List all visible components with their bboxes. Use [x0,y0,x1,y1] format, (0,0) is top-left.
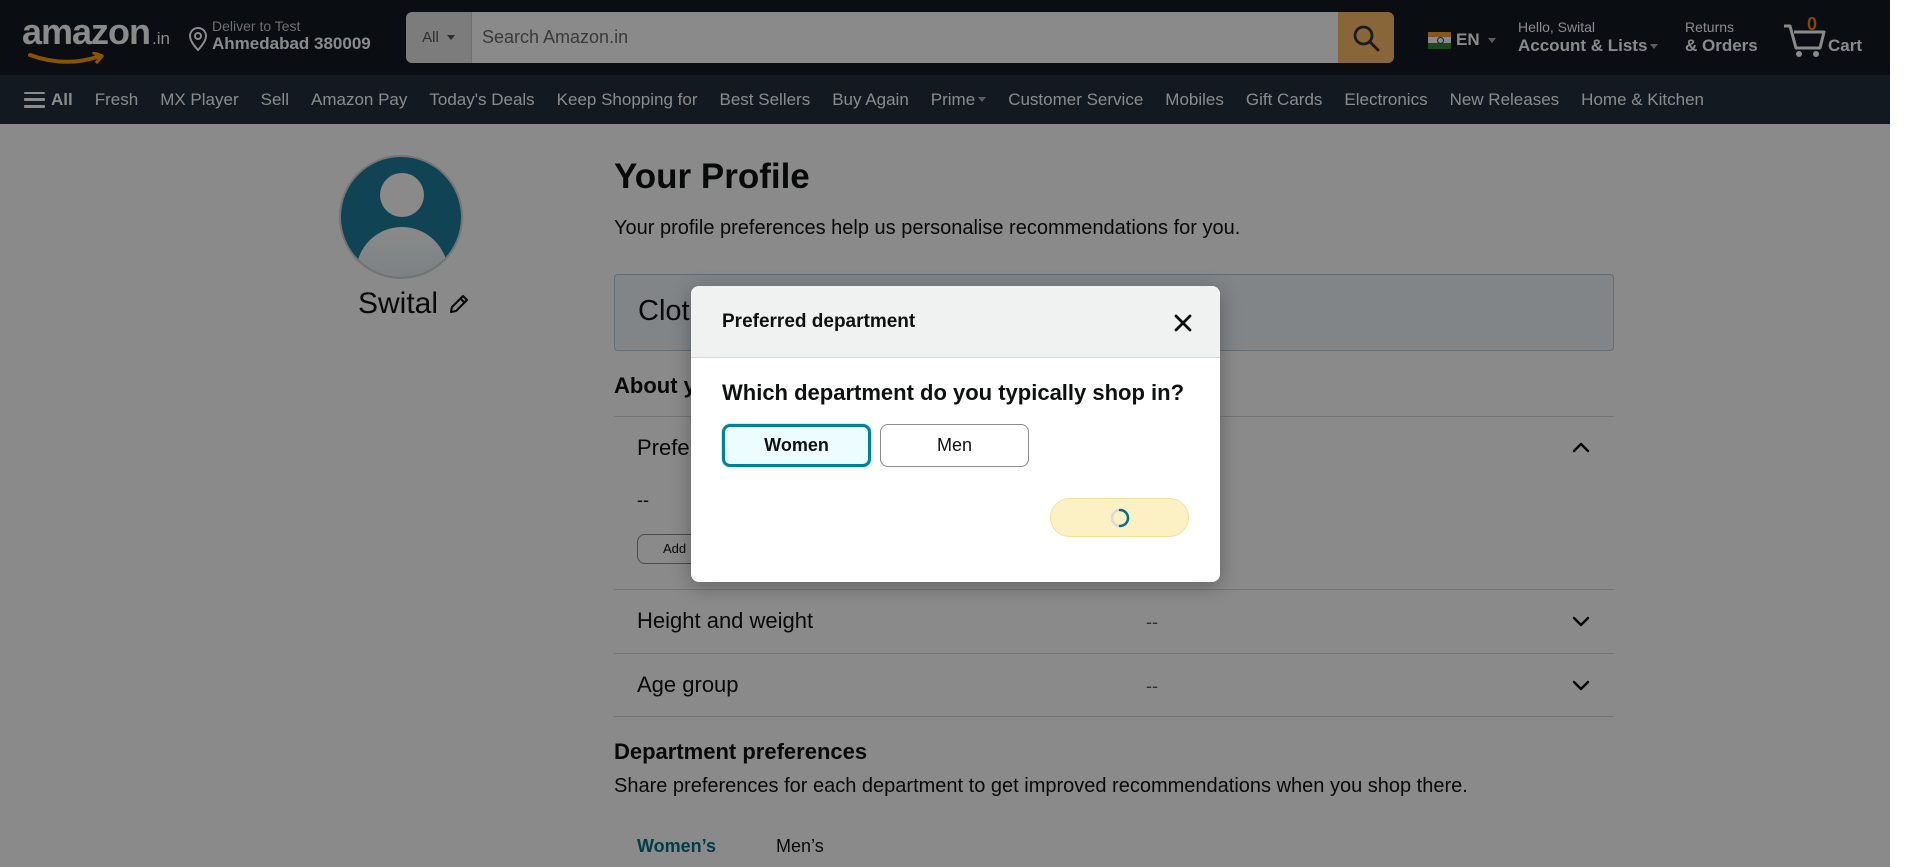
dialog-title: Preferred department [722,311,916,332]
page-scrollbar[interactable] [1890,0,1910,867]
loading-spinner-icon [1110,508,1129,527]
dialog-header: Preferred department [691,286,1220,358]
preferred-department-dialog: Preferred department Which department do… [691,286,1220,582]
save-button-loading[interactable] [1050,498,1189,537]
dialog-question: Which department do you typically shop i… [722,380,1185,405]
option-women-button[interactable]: Women [722,424,871,467]
close-icon[interactable] [1172,312,1194,334]
option-men-button[interactable]: Men [880,424,1029,467]
